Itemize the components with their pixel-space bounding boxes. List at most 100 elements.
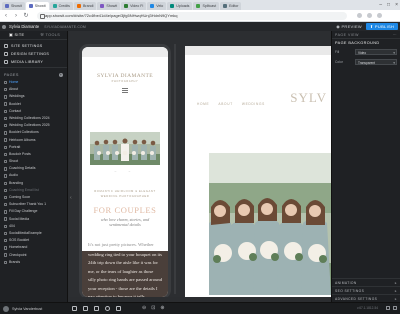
- color-select[interactable]: Transparent: [355, 59, 397, 66]
- bookmark-icon[interactable]: [357, 13, 362, 18]
- close-icon[interactable]: ×: [395, 1, 398, 9]
- sidebar-page-item[interactable]: Heirloom Albums: [4, 137, 67, 144]
- help-icon[interactable]: [386, 306, 390, 310]
- browser-tab[interactable]: Splitcast: [193, 2, 220, 10]
- preview-button[interactable]: ◉ PREVIEW: [336, 23, 362, 30]
- design-settings-item[interactable]: DESIGN SETTINGS: [0, 50, 67, 58]
- extensions-icon[interactable]: [367, 13, 372, 18]
- sidebar-page-item[interactable]: Wedding Collections 2025: [4, 122, 67, 129]
- sidebar-page-item[interactable]: Fill Day Challenge: [4, 208, 67, 215]
- mobile-view-icon[interactable]: [72, 306, 77, 311]
- sidebar-page-item[interactable]: 404: [4, 223, 67, 230]
- browser-tab[interactable]: Showit: [25, 2, 49, 10]
- sidebar-page-item[interactable]: Checkpoint: [4, 252, 67, 259]
- tab-favicon-icon: [150, 4, 155, 8]
- sidebar-page-item[interactable]: About: [4, 86, 67, 93]
- tab-site[interactable]: ▣ SITE: [0, 31, 34, 39]
- chat-icon[interactable]: [393, 306, 397, 310]
- browser-tab[interactable]: Credits: [49, 2, 73, 10]
- mobile-tagline: PHOTOGRAPHY: [111, 80, 139, 83]
- mobile-slider-arrows[interactable]: ← →: [82, 169, 168, 173]
- sidebar-page-item[interactable]: Brands: [4, 259, 67, 266]
- sidebar-page-item[interactable]: Social Media: [4, 216, 67, 223]
- sidebar-page-item[interactable]: Home: [4, 79, 67, 86]
- desktop-logo[interactable]: SYLV: [290, 90, 327, 106]
- url-field[interactable]: app.showit.com/#/site/72c4fbe41d4e/page/…: [37, 11, 347, 20]
- publish-button[interactable]: ⬆ PUBLISH: [366, 23, 398, 30]
- mobile-body-text-selected[interactable]: wedding ring tied to your bouquet on its…: [82, 251, 168, 297]
- sidebar-page-item[interactable]: Portrait: [4, 144, 67, 151]
- browser-tab[interactable]: Brandi: [73, 2, 97, 10]
- sidebar-page-item[interactable]: Subscriber Thank You 1: [4, 201, 67, 208]
- forward-icon[interactable]: ›: [13, 13, 19, 19]
- tablet-view-icon[interactable]: [94, 306, 99, 311]
- mobile-logo[interactable]: SYLVIA DIAMANTE: [82, 73, 168, 79]
- design-canvas[interactable]: SYLVIA DIAMANTE PHOTOGRAPHY ← → ROMANTIC…: [69, 31, 331, 297]
- fit-icon[interactable]: ⊡: [151, 305, 155, 311]
- mobile-italic-text[interactable]: who love charm, stories, and sentimental…: [92, 217, 158, 227]
- design-settings-label: DESIGN SETTINGS: [11, 52, 50, 56]
- back-icon[interactable]: ‹: [3, 13, 9, 19]
- page-background-section: PAGE BACKGROUND: [335, 41, 380, 45]
- nav-about[interactable]: ABOUT: [218, 102, 232, 106]
- fill-label: Fill: [335, 50, 340, 54]
- mobile-preview[interactable]: SYLVIA DIAMANTE PHOTOGRAPHY ← → ROMANTIC…: [79, 44, 171, 297]
- profile-icon[interactable]: [377, 13, 382, 18]
- sidebar-page-item[interactable]: Coaching Details: [4, 165, 67, 172]
- site-settings-item[interactable]: SITE SETTINGS: [0, 42, 67, 50]
- add-page-button[interactable]: +: [59, 73, 63, 77]
- hamburger-menu-icon[interactable]: [122, 88, 128, 93]
- panel-options-icon[interactable]: ⋯: [393, 33, 397, 37]
- preview-label: PREVIEW: [341, 24, 362, 29]
- sidebar-page-item[interactable]: SocialMediaExample: [4, 230, 67, 237]
- mobile-heading[interactable]: FOR COUPLES: [82, 205, 168, 215]
- sidebar-page-item[interactable]: Booklet Collections: [4, 129, 67, 136]
- fill-select[interactable]: Video: [355, 49, 397, 56]
- media-library-item[interactable]: MEDIA LIBRARY: [0, 58, 67, 66]
- layers-icon[interactable]: [116, 306, 121, 311]
- site-name[interactable]: Sylvia Diamante: [9, 24, 39, 29]
- mobile-hero-photo[interactable]: [90, 132, 160, 165]
- browser-tab[interactable]: Uploads: [167, 2, 193, 10]
- sidebar-page-item[interactable]: Audio: [4, 172, 67, 179]
- page-icon: [4, 152, 7, 157]
- sidebar-page-item[interactable]: Wedding Collections 2024: [4, 115, 67, 122]
- panel-title-label: PAGE VIEW: [335, 32, 359, 37]
- browser-tab[interactable]: Showit: [2, 2, 25, 10]
- nav-home[interactable]: HOME: [197, 102, 209, 106]
- advanced-settings-accordion[interactable]: ADVANCED SETTINGS ▸: [332, 294, 400, 302]
- maximize-icon[interactable]: □: [387, 1, 390, 9]
- sidebar-page-item[interactable]: Boudoir Posts: [4, 151, 67, 158]
- seo-settings-accordion[interactable]: SEO SETTINGS ▸: [332, 286, 400, 294]
- canvas-divider[interactable]: [174, 44, 176, 294]
- tab-tools[interactable]: ⚒ TOOLS: [34, 31, 68, 39]
- zoom-out-icon[interactable]: ⊖: [142, 305, 146, 311]
- sidebar-page-item[interactable]: Coming Soon: [4, 194, 67, 201]
- sidebar-page-item[interactable]: Contact: [4, 108, 67, 115]
- browser-tab[interactable]: Showit: [97, 2, 121, 10]
- sidebar-page-item[interactable]: Branding: [4, 180, 67, 187]
- sidebar-page-item[interactable]: Coaching Email list: [4, 187, 67, 194]
- desktop-hero-photo[interactable]: [209, 153, 331, 295]
- desktop-preview[interactable]: HOME ABOUT WEDDINGS SYLV: [185, 46, 331, 297]
- zoom-in-icon[interactable]: ⊕: [160, 305, 164, 311]
- sidebar-page-item[interactable]: Booklet: [4, 101, 67, 108]
- browser-tab[interactable]: Video Fi: [121, 2, 147, 10]
- sidebar-page-item[interactable]: Shoot: [4, 158, 67, 165]
- browser-tab[interactable]: Editor: [220, 2, 242, 10]
- desktop-view-icon[interactable]: [83, 306, 88, 311]
- page-icon: [4, 102, 7, 106]
- sidebar-page-item[interactable]: Homebrand: [4, 244, 67, 251]
- history-icon[interactable]: [105, 306, 110, 311]
- user-menu[interactable]: Sylvia Vanderbust: [3, 305, 42, 312]
- sidebar-page-item[interactable]: SOS Booklet: [4, 237, 67, 244]
- reload-icon[interactable]: ↻: [23, 12, 29, 19]
- minimize-icon[interactable]: –: [379, 1, 382, 9]
- browser-tab-label: Showit: [11, 4, 22, 8]
- sidebar-page-item[interactable]: Weddings: [4, 93, 67, 100]
- mobile-body-text[interactable]: It's not just pretty pictures. Whether: [88, 241, 164, 249]
- browser-tab[interactable]: Velo: [147, 2, 167, 10]
- nav-weddings[interactable]: WEDDINGS: [242, 102, 265, 106]
- canvas-prev-icon[interactable]: ‹: [70, 195, 72, 201]
- animation-accordion[interactable]: ANIMATION ▸: [332, 278, 400, 286]
